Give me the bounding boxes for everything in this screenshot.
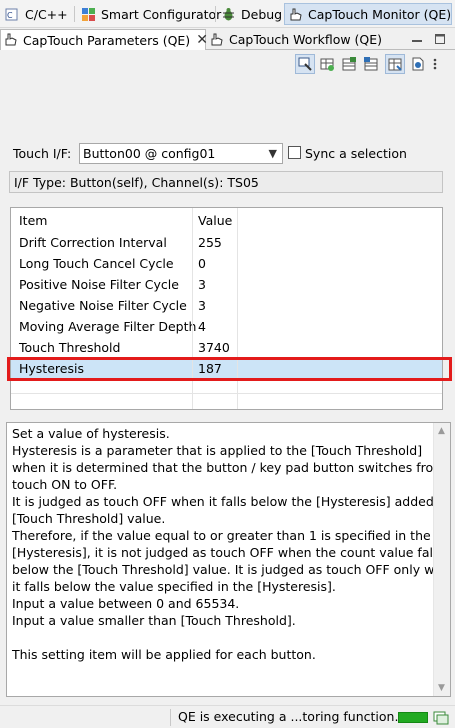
table-row[interactable]: Touch Threshold 3740 [11, 337, 442, 358]
tab-label: CapTouch Workflow (QE) [229, 32, 383, 47]
svg-text:C: C [7, 11, 13, 20]
column-header-value[interactable]: Value [198, 213, 232, 228]
perspective-debug[interactable]: Debug [218, 3, 286, 25]
description-line: [Touch Threshold] value. [12, 511, 166, 526]
tab-label: CapTouch Parameters (QE) [23, 32, 191, 48]
row-value[interactable]: 3740 [198, 340, 230, 355]
if-type-text: I/F Type: Button(self), Channel(s): TS05 [14, 174, 259, 190]
perspective-divider [74, 6, 75, 22]
step-config-icon[interactable] [408, 54, 428, 74]
perspective-divider [215, 6, 216, 22]
perspective-smart-configurator[interactable]: Smart Configurator [78, 3, 225, 25]
row-divider [11, 393, 442, 394]
table-row[interactable]: Negative Noise Filter Cycle 3 [11, 295, 442, 316]
export-table-icon[interactable] [339, 54, 359, 74]
perspective-captouch-monitor[interactable]: CapTouch Monitor (QE) [284, 3, 452, 25]
perspective-bar: C C/C++ Smart Configurator Debug CapTouc… [0, 0, 455, 28]
perspective-label: CapTouch Monitor (QE) [308, 6, 452, 22]
sync-selection-checkbox[interactable] [288, 146, 301, 159]
row-value[interactable]: 3 [198, 277, 206, 292]
minimize-icon[interactable] [409, 31, 425, 47]
tab-captouch-parameters[interactable]: CapTouch Parameters (QE) ✕ [0, 29, 208, 51]
perspective-label: Debug [241, 6, 283, 22]
sync-selection-label: Sync a selection [305, 146, 407, 161]
touch-if-value: Button00 @ config01 [83, 146, 216, 161]
table-row[interactable]: Long Touch Cancel Cycle 0 [11, 253, 442, 274]
status-divider [170, 709, 171, 726]
view-tab-bar: CapTouch Parameters (QE) ✕ CapTouch Work… [0, 28, 455, 51]
row-value[interactable]: 255 [198, 235, 222, 250]
description-line: below the [Touch Threshold] value. It is… [12, 562, 451, 577]
status-text: QE is executing a ...toring function. [178, 709, 399, 724]
description-line: It is judged as touch OFF when it falls … [12, 494, 451, 509]
row-value[interactable]: 4 [198, 319, 206, 334]
description-line: This setting item will be applied for ea… [12, 647, 316, 662]
settings-table-icon[interactable] [317, 54, 337, 74]
captouch-hand-icon [4, 33, 18, 47]
table-header: Item Value [11, 210, 442, 231]
description-line: Input a value smaller than [Touch Thresh… [12, 613, 296, 628]
row-item: Positive Noise Filter Cycle [19, 277, 179, 292]
status-bar: QE is executing a ...toring function. [0, 705, 455, 728]
description-line [12, 629, 432, 646]
perspective-label: C/C++ [25, 6, 68, 22]
captouch-hand-icon [210, 33, 224, 47]
description-text-area[interactable]: Set a value of hysteresis. Hysteresis is… [6, 422, 451, 697]
table-row[interactable]: Drift Correction Interval 255 [11, 232, 442, 253]
row-item: Touch Threshold [19, 340, 121, 355]
progress-view-icon[interactable] [433, 710, 449, 728]
monitor-select-icon[interactable] [295, 54, 315, 74]
debug-bug-icon [221, 7, 236, 22]
chevron-down-icon[interactable]: ▼ [269, 147, 277, 160]
description-line: Set a value of hysteresis. [12, 426, 170, 441]
cpp-perspective-icon: C [5, 7, 20, 22]
link-table-icon[interactable] [385, 54, 405, 74]
row-item: Moving Average Filter Depth [19, 319, 197, 334]
row-item: Long Touch Cancel Cycle [19, 256, 174, 271]
scroll-up-icon[interactable]: ▲ [438, 426, 445, 436]
maximize-icon[interactable] [432, 31, 448, 47]
touch-if-label: Touch I/F: [13, 146, 72, 161]
column-header-item[interactable]: Item [19, 213, 47, 228]
touch-if-select[interactable]: Button00 @ config01 ▼ [79, 143, 283, 164]
row-value[interactable]: 3 [198, 298, 206, 313]
scroll-down-icon[interactable]: ▼ [438, 683, 445, 693]
description-line: when it is determined that the button / … [12, 460, 446, 475]
perspective-cpp[interactable]: C C/C++ [2, 3, 72, 25]
description-scrollbar[interactable]: ▲ ▼ [433, 423, 450, 696]
table-row[interactable]: Moving Average Filter Depth 4 [11, 316, 442, 337]
perspective-label: Smart Configurator [101, 6, 222, 22]
table-row[interactable]: Positive Noise Filter Cycle 3 [11, 274, 442, 295]
selection-highlight-box [7, 357, 452, 381]
description-line: Therefore, if the value equal to or grea… [12, 528, 431, 543]
tab-captouch-workflow[interactable]: CapTouch Workflow (QE) [207, 29, 383, 50]
if-type-field: I/F Type: Button(self), Channel(s): TS05 [9, 171, 443, 193]
description-line: it falls below the value specified in th… [12, 579, 336, 594]
row-item: Drift Correction Interval [19, 235, 167, 250]
row-value[interactable]: 0 [198, 256, 206, 271]
description-lines: Set a value of hysteresis. Hysteresis is… [12, 425, 451, 663]
row-item: Negative Noise Filter Cycle [19, 298, 187, 313]
import-table-icon[interactable] [361, 54, 381, 74]
smart-configurator-icon [81, 7, 96, 22]
description-line: Input a value between 0 and 65534. [12, 596, 240, 611]
description-line: [Hysteresis], it is not judged as touch … [12, 545, 443, 560]
description-line: touch ON to OFF. [12, 477, 118, 492]
view-menu-icon[interactable] [428, 54, 442, 74]
captouch-hand-icon [288, 7, 303, 22]
progress-indicator [398, 712, 428, 723]
description-line: Hysteresis is a parameter that is applie… [12, 443, 423, 458]
